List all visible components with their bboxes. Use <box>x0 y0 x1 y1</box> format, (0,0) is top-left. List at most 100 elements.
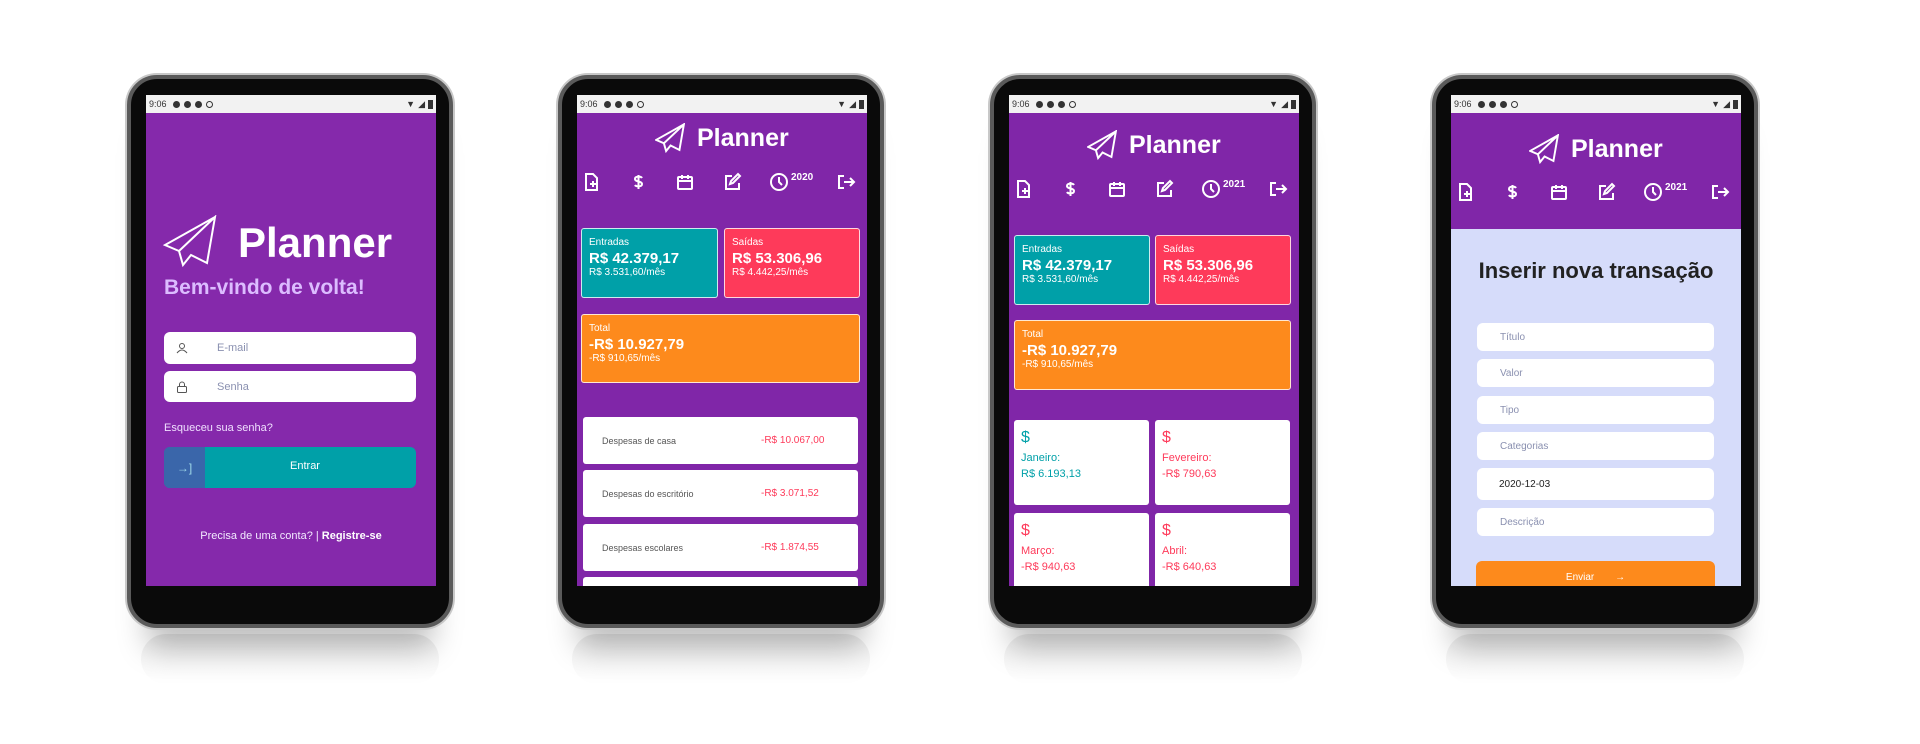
add-file-icon[interactable] <box>581 172 601 194</box>
app-title: Planner <box>238 219 393 266</box>
email-field[interactable]: E-mail <box>164 332 416 364</box>
year-label[interactable]: 2020 <box>791 172 813 183</box>
total-value: -R$ 10.927,79 <box>1022 342 1118 359</box>
battery-icon <box>428 99 433 109</box>
year-label[interactable]: 2021 <box>1665 182 1687 193</box>
app-icon <box>1488 100 1496 108</box>
category-item[interactable]: Despesas do escritório -R$ 3.071,52 <box>583 470 858 517</box>
expenses-monthly: R$ 4.442,25/mês <box>732 267 809 278</box>
type-placeholder: Tipo <box>1500 404 1520 416</box>
login-screen: 9:06 ▼ ◢ Planner Bem-vindo de volta! E-mai… <box>146 95 436 586</box>
clock-icon[interactable] <box>1643 182 1663 204</box>
status-time: 9:06 <box>1012 99 1030 109</box>
signal-icon: ◢ <box>849 98 856 109</box>
categories-placeholder: Categorias <box>1500 440 1549 452</box>
income-monthly: R$ 3.531,60/mês <box>1022 274 1099 285</box>
register-link[interactable]: Registre-se <box>322 530 382 542</box>
login-button[interactable]: →] Entrar <box>164 447 416 488</box>
password-field[interactable]: Senha <box>164 371 416 402</box>
clock-icon[interactable] <box>1201 179 1221 201</box>
income-card: Entradas R$ 42.379,17 R$ 3.531,60/mês <box>581 228 718 298</box>
arrow-right-icon: → <box>1615 572 1626 583</box>
month-value: -R$ 790,63 <box>1162 468 1217 480</box>
month-name: Janeiro: <box>1021 452 1061 464</box>
value-field[interactable]: Valor <box>1477 359 1714 387</box>
income-card: Entradas R$ 42.379,17 R$ 3.531,60/mês <box>1014 235 1150 305</box>
calendar-icon[interactable] <box>1107 179 1127 201</box>
logout-icon[interactable] <box>1710 182 1730 204</box>
settings-icon <box>172 100 180 108</box>
category-item[interactable]: Despesas de casa -R$ 10.067,00 <box>583 417 858 464</box>
shield-icon <box>1057 100 1065 108</box>
month-name: Abril: <box>1162 545 1188 557</box>
description-field[interactable]: Descrição <box>1477 508 1714 536</box>
expenses-monthly: R$ 4.442,25/mês <box>1163 274 1240 285</box>
battery-icon <box>859 99 864 109</box>
date-field[interactable]: 2020-12-03 <box>1477 468 1714 500</box>
category-amount: -R$ 1.874,55 <box>761 542 819 553</box>
add-file-icon[interactable] <box>1455 182 1475 204</box>
title-placeholder: Título <box>1500 331 1526 343</box>
app-title: Planner <box>697 124 789 152</box>
type-field[interactable]: Tipo <box>1477 396 1714 424</box>
status-bar: 9:06 ▼ ◢ <box>1009 95 1299 113</box>
total-card: Total -R$ 10.927,79 -R$ 910,65/mês <box>1014 320 1291 390</box>
app-icon <box>183 100 191 108</box>
app-title: Planner <box>1129 131 1221 159</box>
total-label: Total <box>589 323 611 334</box>
app-title: Planner <box>1571 135 1663 163</box>
income-label: Entradas <box>1022 244 1063 255</box>
month-card-abril[interactable]: $ Abril: -R$ 640,63 <box>1155 513 1290 586</box>
clock-icon[interactable] <box>769 172 789 194</box>
logout-icon[interactable] <box>836 172 856 194</box>
welcome-heading: Bem-vindo de volta! <box>164 276 365 299</box>
edit-icon[interactable] <box>1154 179 1174 201</box>
month-card-marco[interactable]: $ Março: -R$ 940,63 <box>1014 513 1149 586</box>
dollar-icon[interactable] <box>628 172 648 194</box>
submit-button[interactable]: Enviar → <box>1476 561 1715 586</box>
sync-icon <box>1510 100 1518 108</box>
add-file-icon[interactable] <box>1013 179 1033 201</box>
month-value: -R$ 640,63 <box>1162 561 1217 573</box>
total-monthly: -R$ 910,65/mês <box>589 353 661 364</box>
edit-icon[interactable] <box>722 172 742 194</box>
edit-icon[interactable] <box>1596 182 1616 204</box>
month-card-fevereiro[interactable]: $ Fevereiro: -R$ 790,63 <box>1155 420 1290 505</box>
forgot-password-link[interactable]: Esqueceu sua senha? <box>164 422 273 434</box>
wifi-icon: ▼ <box>1711 99 1721 109</box>
category-item[interactable]: Despesas escolares -R$ 1.874,55 <box>583 524 858 571</box>
description-placeholder: Descrição <box>1500 516 1545 528</box>
dashboard-screen: 9:06 ▼ ◢ Planner 2020 Entradas R$ 42.379,17 R… <box>577 95 867 586</box>
year-label[interactable]: 2021 <box>1223 179 1245 190</box>
status-bar: 9:06 ▼ ◢ <box>1451 95 1741 113</box>
dollar-icon[interactable] <box>1502 182 1522 204</box>
shield-icon <box>1499 100 1507 108</box>
status-time: 9:06 <box>1454 99 1472 109</box>
calendar-icon[interactable] <box>675 172 695 194</box>
calendar-icon[interactable] <box>1549 182 1569 204</box>
lock-icon <box>177 381 187 393</box>
logout-icon[interactable] <box>1268 179 1288 201</box>
paper-plane-logo-icon <box>655 123 685 153</box>
status-bar: 9:06 ▼ ◢ <box>577 95 867 113</box>
dollar-icon[interactable] <box>1060 179 1080 201</box>
category-item-partial[interactable] <box>583 577 858 586</box>
dollar-icon: $ <box>1021 429 1030 446</box>
notification-icons <box>603 100 644 108</box>
shield-icon <box>194 100 202 108</box>
password-placeholder: Senha <box>217 380 249 393</box>
month-name: Março: <box>1021 545 1055 557</box>
battery-icon <box>1733 99 1738 109</box>
title-field[interactable]: Título <box>1477 323 1714 351</box>
expenses-label: Saídas <box>732 237 764 248</box>
expenses-value: R$ 53.306,96 <box>1163 257 1254 274</box>
wifi-icon: ▼ <box>406 99 416 109</box>
total-label: Total <box>1022 329 1044 340</box>
categories-field[interactable]: Categorias <box>1477 432 1714 460</box>
submit-label: Enviar <box>1565 572 1595 583</box>
month-card-janeiro[interactable]: $ Janeiro: R$ 6.193,13 <box>1014 420 1149 505</box>
battery-icon <box>1291 99 1296 109</box>
expenses-value: R$ 53.306,96 <box>732 250 823 267</box>
category-amount: -R$ 10.067,00 <box>761 435 825 446</box>
nav-toolbar: 2021 <box>1451 182 1741 206</box>
